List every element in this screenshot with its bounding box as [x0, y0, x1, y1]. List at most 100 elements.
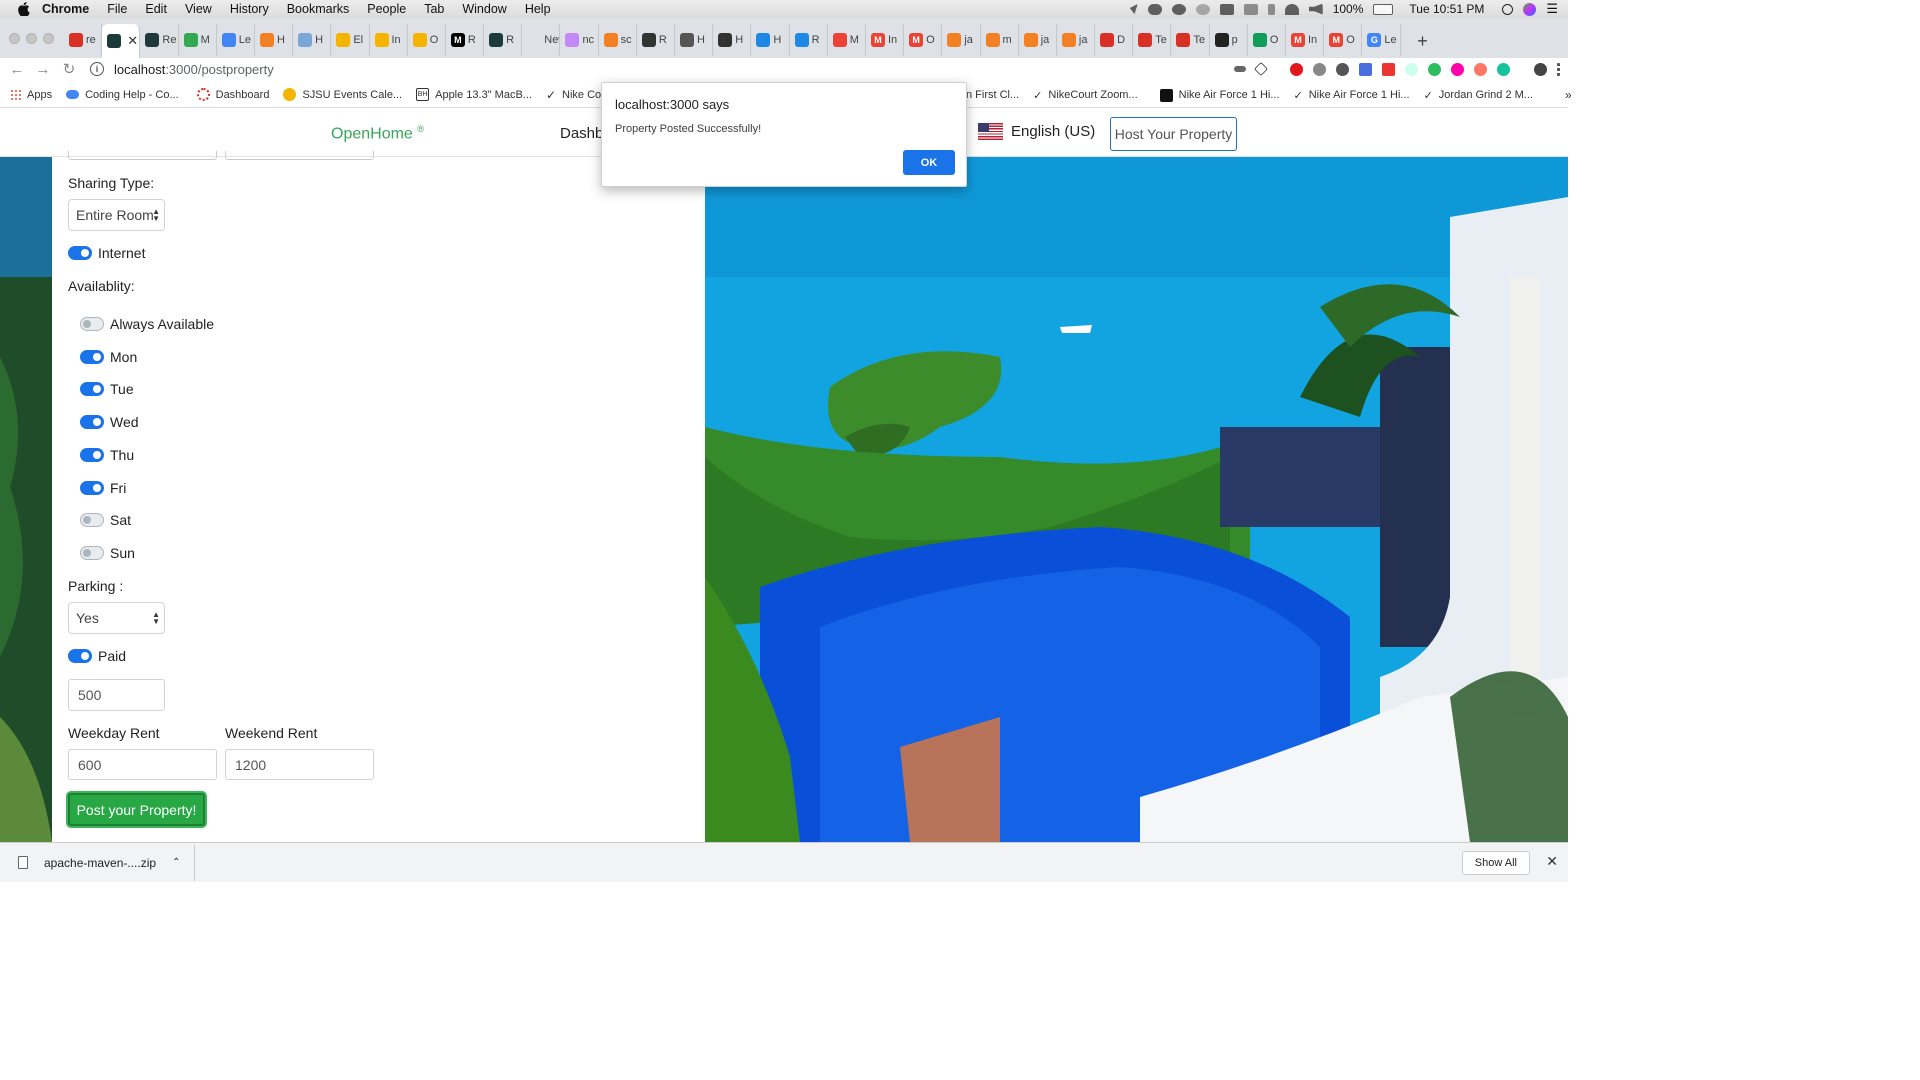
browser-tab[interactable]: O [1248, 24, 1286, 56]
browser-tab[interactable]: M [179, 24, 217, 56]
browser-tab[interactable]: H [255, 24, 294, 56]
browser-tab[interactable]: ja [1019, 24, 1057, 56]
browser-tab[interactable]: H [751, 24, 790, 56]
alert-ok-button[interactable]: OK [903, 150, 955, 175]
extension-icon[interactable] [1534, 62, 1547, 76]
availability-toggle-sun[interactable] [80, 545, 104, 560]
battery-icon[interactable] [1373, 3, 1394, 15]
sync-icon[interactable] [1195, 3, 1210, 15]
paid-parking-toggle[interactable] [68, 649, 92, 663]
language-selector[interactable]: English (US) [978, 123, 1095, 140]
availability-toggle-fri[interactable] [80, 480, 104, 495]
bookmarks-overflow-icon[interactable]: » [1565, 88, 1572, 102]
back-arrow-icon[interactable]: ← [4, 58, 30, 80]
siri-icon[interactable] [1523, 2, 1537, 16]
availability-toggle-tue[interactable] [80, 382, 104, 397]
browser-tab[interactable]: MR [446, 24, 485, 56]
close-tab-icon[interactable]: ✕ [127, 33, 138, 49]
availability-toggle-wed[interactable] [80, 415, 104, 430]
extension-icon[interactable] [1336, 62, 1349, 76]
menu-help[interactable]: Help [525, 2, 551, 16]
browser-tab[interactable]: ja [1057, 24, 1096, 56]
browser-tab[interactable]: In [370, 24, 408, 56]
browser-tab[interactable]: Re [140, 24, 179, 56]
browser-tab[interactable]: re [64, 24, 103, 56]
browser-tab[interactable]: H [713, 24, 752, 56]
parking-select[interactable]: Yes ▲ ▼ [68, 602, 165, 634]
minimize-window-button[interactable] [26, 32, 37, 44]
browser-tab[interactable]: Te [1133, 24, 1172, 56]
browser-tab[interactable]: H [675, 24, 714, 56]
browser-tab[interactable]: MO [904, 24, 943, 56]
clock[interactable]: Tue 10:51 PM [1409, 2, 1484, 16]
internet-toggle[interactable] [68, 246, 92, 260]
browser-tab[interactable]: nc [560, 24, 599, 56]
menu-window[interactable]: Window [462, 2, 506, 16]
browser-tab[interactable]: Te [1171, 24, 1210, 56]
location-icon[interactable] [1129, 4, 1138, 14]
browser-tab[interactable]: R [484, 24, 523, 56]
browser-tab[interactable]: New T [522, 24, 561, 56]
chrome-menu-icon[interactable] [1557, 62, 1560, 76]
extension-icon[interactable] [1405, 62, 1418, 76]
menu-people[interactable]: People [367, 2, 406, 16]
browser-tab[interactable]: sc [599, 24, 637, 56]
close-icon[interactable]: ✕ [1546, 853, 1558, 870]
partial-input-field[interactable] [225, 151, 374, 160]
browser-tab[interactable]: MO [1324, 24, 1363, 56]
browser-tab[interactable]: ja [942, 24, 981, 56]
creative-cloud-icon[interactable] [1171, 3, 1186, 15]
availability-toggle-always-available[interactable] [80, 317, 104, 331]
menu-edit[interactable]: Edit [145, 2, 167, 16]
extension-icon[interactable] [1474, 62, 1487, 76]
menu-view[interactable]: View [185, 2, 212, 16]
show-all-downloads-button[interactable]: Show All [1461, 851, 1530, 875]
bookmark-coding-help[interactable]: Coding Help - Co... [66, 89, 179, 101]
reload-icon[interactable]: ↻ [56, 58, 82, 80]
apple-icon[interactable] [16, 1, 32, 17]
grammarly-icon[interactable] [1497, 62, 1510, 76]
bookmark-nikecourt-zoom[interactable]: ✓ NikeCourt Zoom... [1033, 89, 1137, 102]
availability-toggle-sat[interactable] [80, 513, 104, 528]
close-window-button[interactable] [9, 32, 20, 44]
availability-toggle-mon[interactable] [80, 349, 104, 364]
browser-tab[interactable]: R [637, 24, 675, 56]
menu-tab[interactable]: Tab [424, 2, 444, 16]
site-info-icon[interactable]: i [90, 62, 104, 76]
weekday-rent-input[interactable]: 600 [68, 749, 217, 780]
browser-tab[interactable]: G Le [1362, 24, 1401, 56]
extension-icon[interactable] [1382, 62, 1395, 76]
spotlight-search-icon[interactable] [1502, 3, 1514, 15]
browser-tab[interactable]: H [293, 24, 332, 56]
bookmark-nike-air-force-1-alt[interactable]: ✓ Nike Air Force 1 Hi... [1294, 89, 1410, 102]
browser-tab[interactable]: M In [1286, 24, 1325, 56]
extension-icon[interactable] [1313, 62, 1326, 76]
airplay-icon[interactable] [1243, 3, 1258, 15]
browser-tab[interactable]: m [981, 24, 1019, 56]
post-property-button[interactable]: Post your Property! [68, 793, 205, 826]
browser-tab[interactable]: M [828, 24, 866, 56]
menu-bookmarks[interactable]: Bookmarks [287, 2, 350, 16]
bookmark-jordan-grind[interactable]: ✓ Jordan Grind 2 M... [1424, 89, 1533, 102]
wifi-icon[interactable] [1284, 3, 1299, 15]
brand-logo[interactable]: OpenHome ® [331, 124, 424, 143]
host-property-button[interactable]: Host Your Property [1110, 117, 1237, 151]
cloud-icon[interactable] [1147, 3, 1162, 15]
menu-app-name[interactable]: Chrome [42, 2, 89, 16]
partial-input-field[interactable] [68, 151, 217, 160]
bookmark-apple-macbook[interactable]: BH Apple 13.3" MacB... [416, 88, 532, 101]
key-icon[interactable] [1234, 66, 1246, 72]
bookmark-dashboard[interactable]: Dashboard [196, 88, 269, 101]
browser-tab[interactable]: p [1210, 24, 1248, 56]
maximize-window-button[interactable] [43, 32, 54, 44]
weekend-rent-input[interactable]: 1200 [225, 749, 374, 780]
opera-extension-icon[interactable] [1290, 62, 1303, 76]
browser-tab[interactable]: O [408, 24, 446, 56]
drive-icon[interactable] [1219, 3, 1234, 15]
parking-fee-input[interactable]: 500 [68, 679, 165, 711]
chevron-up-icon[interactable]: ⌃ [172, 857, 180, 868]
evernote-icon[interactable] [1428, 62, 1441, 76]
bookmark-nike-air-force-1[interactable]: Nike Air Force 1 Hi... [1159, 88, 1280, 102]
volume-icon[interactable] [1308, 3, 1323, 15]
bookmark-star-icon[interactable] [1253, 61, 1269, 77]
